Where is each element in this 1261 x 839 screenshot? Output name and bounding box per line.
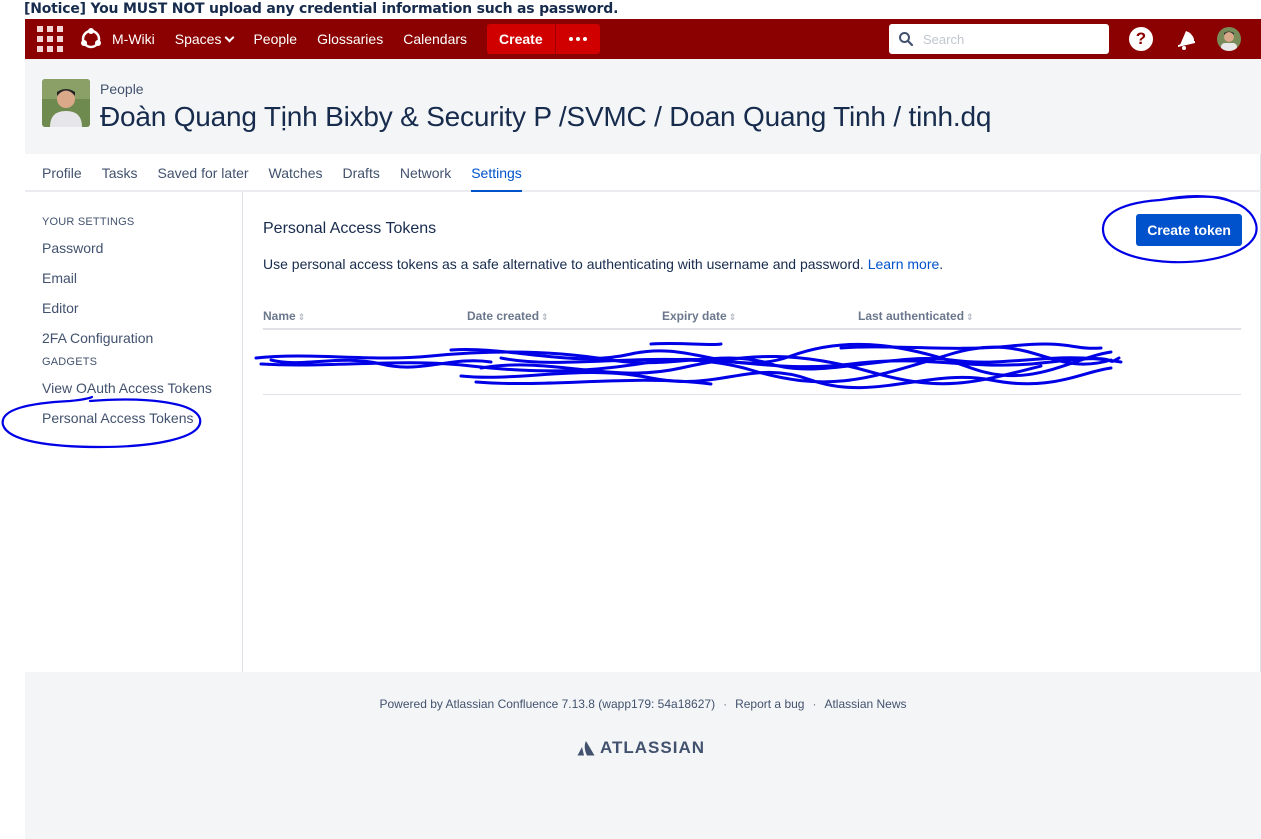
gadgets-heading: GADGETS [42,356,98,368]
app-switcher-icon[interactable] [37,26,63,52]
report-bug-link[interactable]: Report a bug [735,697,804,711]
section-title: Personal Access Tokens [263,220,437,237]
redaction-scribble [254,341,1123,390]
nav-glossaries[interactable]: Glossaries [317,31,383,47]
sort-icon: ⇕ [541,312,549,322]
top-navigation: M-Wiki Spaces People Glossaries Calendar… [25,19,1261,59]
user-avatar[interactable] [1217,27,1241,51]
sidebar-item-email[interactable]: Email [42,270,77,286]
more-dots-icon [568,37,573,41]
search-box [889,24,1109,54]
page-title: Đoàn Quang Tịnh Bixby & Security P /SVMC… [100,101,992,132]
atlassian-news-link[interactable]: Atlassian News [824,697,906,711]
tab-drafts[interactable]: Drafts [343,154,380,190]
tab-saved-for-later[interactable]: Saved for later [157,154,248,190]
help-icon[interactable]: ? [1129,27,1153,51]
atlassian-logo-icon [577,741,595,756]
table-header: Name ⇕ Date created ⇕ Expiry date ⇕ Last au… [263,307,1241,330]
tab-tasks[interactable]: Tasks [102,154,138,190]
sidebar-item-personal-access-tokens[interactable]: Personal Access Tokens [42,410,194,426]
confluence-logo-icon [81,28,101,49]
tab-network[interactable]: Network [400,154,451,190]
site-logo[interactable]: M-Wiki [79,27,155,51]
column-expiry-date[interactable]: Expiry date ⇕ [662,309,736,323]
create-more-button[interactable] [554,24,600,54]
notice-banner: [Notice] You MUST NOT upload any credent… [24,1,619,17]
search-icon [899,32,914,47]
atlassian-logo: ATLASSIAN [577,738,705,758]
create-token-button[interactable]: Create token [1136,214,1242,246]
create-group: Create [487,24,600,54]
footer-links: Powered by Atlassian Confluence 7.13.8 (… [379,697,907,711]
sort-icon: ⇕ [966,312,974,322]
sort-icon: ⇕ [297,312,306,322]
site-name: M-Wiki [112,31,155,47]
breadcrumb-people[interactable]: People [100,81,144,97]
column-last-authenticated[interactable]: Last authenticated ⇕ [858,309,974,323]
profile-tabs: Profile Tasks Saved for later Watches Dr… [25,154,1261,192]
tab-watches[interactable]: Watches [269,154,323,190]
nav-calendars[interactable]: Calendars [403,31,467,47]
atlassian-logo-text: ATLASSIAN [600,738,706,757]
page-root: [Notice] You MUST NOT upload any credent… [0,0,1261,839]
footer: Powered by Atlassian Confluence 7.13.8 (… [25,672,1261,839]
profile-photo-icon [42,79,90,127]
description: Use personal access tokens as a safe alt… [263,256,944,272]
sort-icon: ⇕ [728,312,737,322]
column-name[interactable]: Name ⇕ [263,309,305,323]
tokens-table: Name ⇕ Date created ⇕ Expiry date ⇕ Last au… [254,307,1241,395]
column-date-created[interactable]: Date created ⇕ [467,309,549,323]
your-settings-heading: YOUR SETTINGS [42,216,135,228]
settings-sidebar: YOUR SETTINGS Password Email Editor 2FA … [25,192,243,672]
chevron-down-icon [225,32,235,42]
sidebar-item-2fa[interactable]: 2FA Configuration [42,330,153,346]
confluence-window: M-Wiki Spaces People Glossaries Calendar… [25,19,1261,839]
tab-profile[interactable]: Profile [42,154,82,190]
main-content: Personal Access Tokens Create token Use … [244,192,1261,672]
table-row [254,330,1241,395]
user-avatar-icon [1217,27,1241,51]
tab-settings[interactable]: Settings [471,154,522,192]
sidebar-item-oauth-tokens[interactable]: View OAuth Access Tokens [42,380,212,396]
profile-header: People Đoàn Quang Tịnh Bixby & Security … [25,59,1261,154]
notifications-icon[interactable] [1173,26,1199,52]
sidebar-item-password[interactable]: Password [42,240,103,256]
nav-spaces[interactable]: Spaces [175,31,235,47]
create-button[interactable]: Create [487,24,555,54]
sidebar-item-editor[interactable]: Editor [42,300,79,316]
search-input[interactable] [923,31,1103,47]
nav-people[interactable]: People [253,31,297,47]
profile-avatar [42,79,90,127]
learn-more-link[interactable]: Learn more [868,256,940,272]
powered-by-link[interactable]: Powered by Atlassian Confluence 7.13.8 (… [380,697,716,711]
